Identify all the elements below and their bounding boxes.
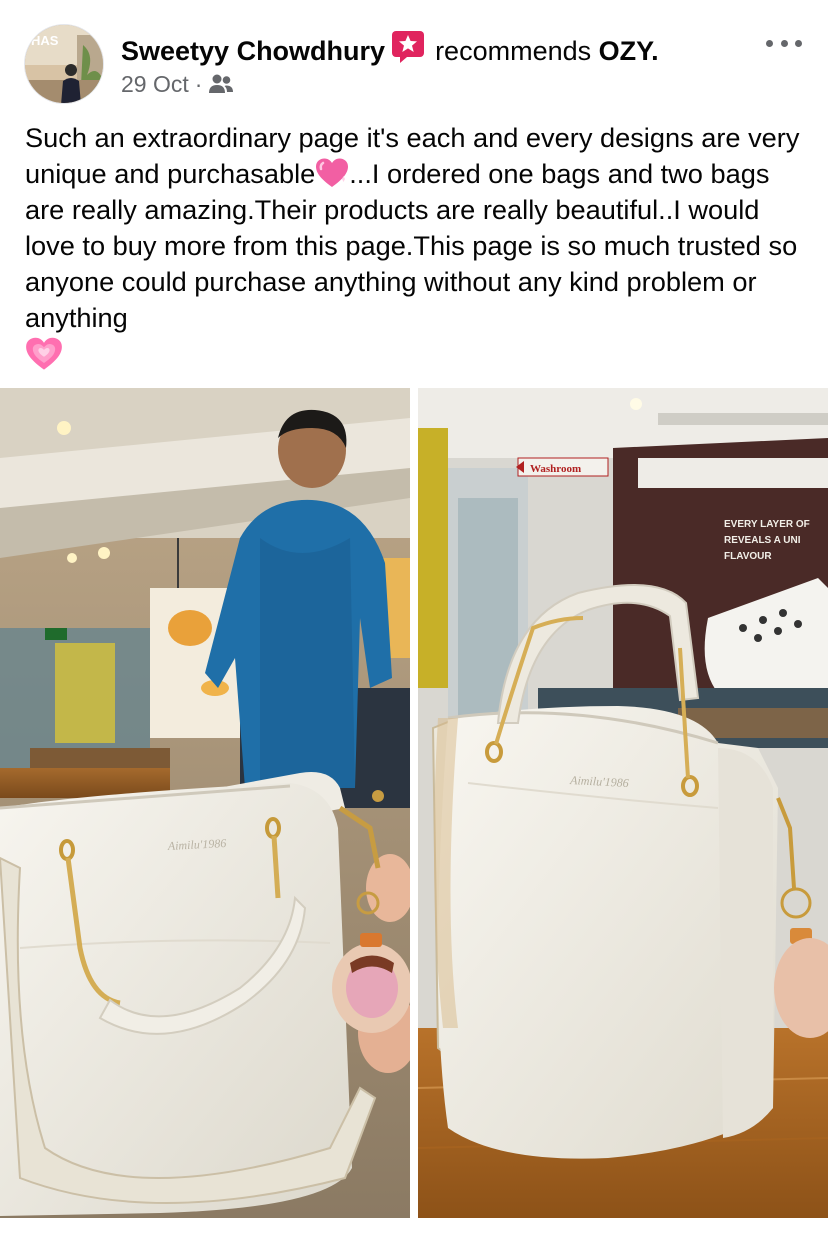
washroom-sign: Washroom (530, 463, 581, 475)
friends-icon[interactable] (208, 73, 234, 95)
wall-text-line-1: EVERY LAYER OF (724, 519, 810, 530)
meta-separator: · (194, 71, 203, 97)
more-dot-icon (766, 39, 773, 47)
bag-photo-cafe: Washroom EVERY LAYER OF REVEALS A UNI FL… (418, 388, 828, 1218)
author-line: Sweetyy Chowdhury recommends OZY. (121, 30, 659, 69)
post-photo-right[interactable]: Washroom EVERY LAYER OF REVEALS A UNI FL… (418, 388, 828, 1218)
page-name[interactable]: OZY. (599, 36, 659, 66)
post-body: Such an extraordinary page it's each and… (25, 120, 815, 373)
avatar-photo: HAS (25, 25, 103, 103)
recommendation-badge-icon (392, 31, 425, 63)
wall-text-line-2: REVEALS A UNI (724, 535, 801, 546)
more-dot-icon (780, 39, 788, 47)
post-meta: 29 Oct · (121, 70, 234, 98)
more-options-button[interactable] (764, 30, 804, 56)
avatar-sign: HAS (31, 33, 59, 48)
bag-photo-restaurant: Aimilu'1986 (0, 388, 410, 1218)
wall-text-line-3: FLAVOUR (724, 551, 772, 562)
growing-heart-icon (26, 337, 62, 370)
post-photo-left[interactable]: Aimilu'1986 (0, 388, 410, 1218)
sparkling-heart-icon (316, 158, 349, 187)
avatar[interactable]: HAS (24, 24, 104, 104)
more-dot-icon (795, 39, 802, 47)
author-name[interactable]: Sweetyy Chowdhury (121, 36, 385, 66)
post-date[interactable]: 29 Oct (121, 71, 189, 97)
post-header: HAS Sweetyy Chowdhury recommends OZY. 29… (0, 0, 828, 118)
recommends-text: recommends (435, 36, 592, 66)
